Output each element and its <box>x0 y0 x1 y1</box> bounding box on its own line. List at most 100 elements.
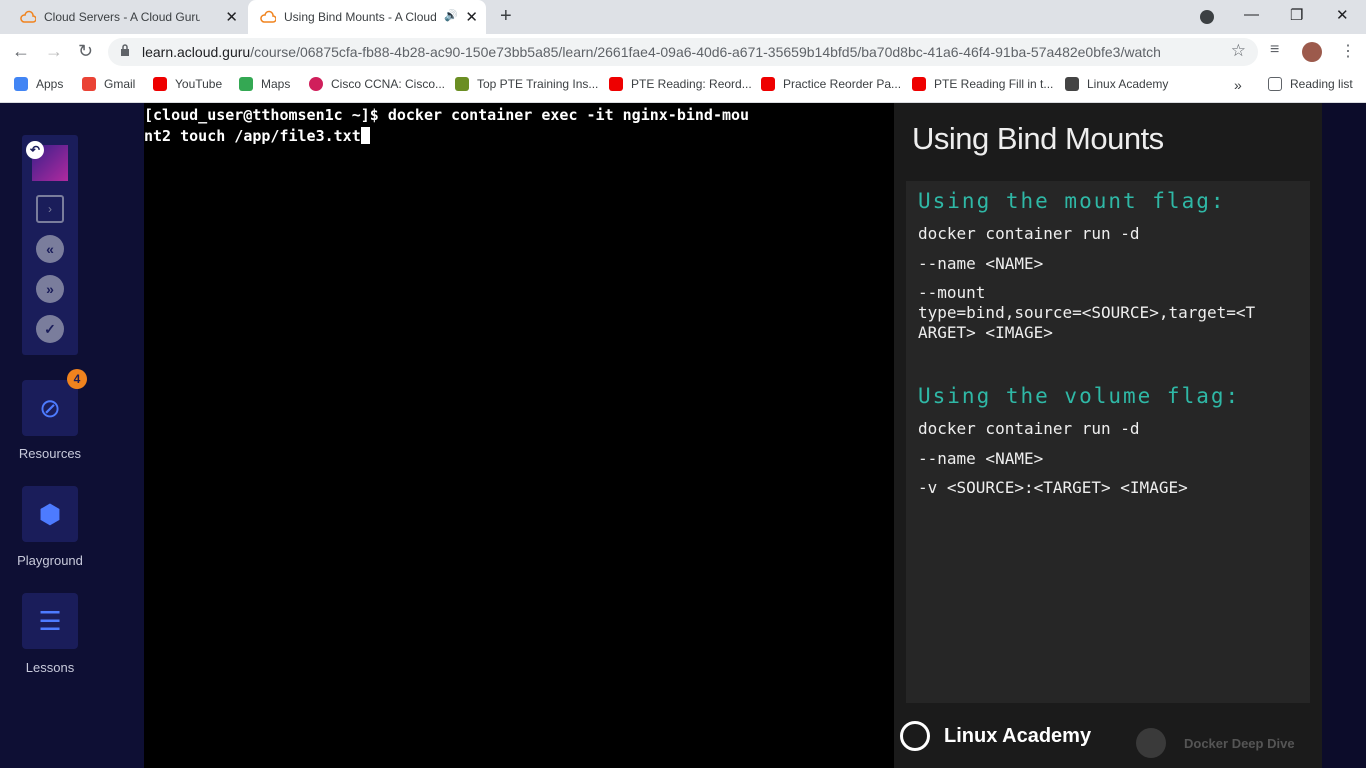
maps-icon <box>239 77 253 91</box>
compass-icon <box>1136 728 1166 758</box>
bookmark-pte-fill[interactable]: PTE Reading Fill in t... <box>912 77 1053 91</box>
resources-button[interactable]: ⊘ <box>22 380 78 436</box>
reading-list-button[interactable]: Reading list <box>1268 77 1353 91</box>
close-window-button[interactable]: ✕ <box>1336 6 1349 24</box>
bookmark-label: Practice Reorder Pa... <box>783 77 902 91</box>
profile-dropdown-icon[interactable] <box>1200 10 1214 24</box>
bookmark-star-icon[interactable]: ☆ <box>1231 41 1246 61</box>
bookmark-label: YouTube <box>175 77 223 91</box>
terminal-cursor <box>360 127 370 144</box>
lock-icon <box>121 44 129 56</box>
back-arrow-icon[interactable]: ↶ <box>26 141 44 159</box>
bookmark-label: Linux Academy <box>1087 77 1169 91</box>
bookmark-label: PTE Reading: Reord... <box>631 77 752 91</box>
lessons-button[interactable]: ☰ <box>22 593 78 649</box>
bookmark-maps[interactable]: Maps <box>239 77 290 91</box>
apps-grid-icon <box>14 77 28 91</box>
terminal-line: [cloud_user@tthomsen1c ~]$ docker contai… <box>144 106 750 124</box>
volume-flag-heading: Using the volume flag: <box>918 384 1241 408</box>
tab-cloud-servers[interactable]: Cloud Servers - A Cloud Guru ✕ <box>8 0 246 34</box>
bookmark-cisco[interactable]: Cisco CCNA: Cisco... <box>309 77 445 91</box>
video-margin <box>1322 103 1366 768</box>
more-bookmarks-icon[interactable]: » <box>1234 77 1242 93</box>
reading-list-label: Reading list <box>1290 77 1353 91</box>
terminal-command: nt2 touch /app/file3.txt <box>144 127 361 145</box>
minimize-button[interactable]: — <box>1244 6 1259 23</box>
slide-title: Using Bind Mounts <box>912 121 1164 156</box>
course-label: Docker Deep Dive <box>1184 735 1295 751</box>
bookmark-practice-reorder[interactable]: Practice Reorder Pa... <box>761 77 901 91</box>
code-line: -v <SOURCE>:<TARGET> <IMAGE> <box>918 478 1188 497</box>
bookmark-youtube[interactable]: YouTube <box>153 77 222 91</box>
playground-label: Playground <box>17 553 83 568</box>
gmail-icon <box>82 77 96 91</box>
bookmarks-bar: Apps Gmail YouTube Maps Cisco CCNA: Cisc… <box>0 70 1366 103</box>
bookmark-pte-training[interactable]: Top PTE Training Ins... <box>455 77 598 91</box>
menu-dots-icon[interactable]: ⋮ <box>1340 41 1356 61</box>
list-icon: ☰ <box>38 606 62 636</box>
playground-button[interactable]: ⬢ <box>22 486 78 542</box>
cloud-icon <box>20 10 36 23</box>
close-tab-icon[interactable]: ✕ <box>225 8 238 26</box>
speaker-icon[interactable]: 🔊 <box>444 9 458 22</box>
code-line: type=bind,source=<SOURCE>,target=<T <box>918 303 1256 322</box>
bookmark-gmail[interactable]: Gmail <box>82 77 135 91</box>
forward-arrow-icon[interactable]: → <box>45 41 63 62</box>
toggle-panel-icon[interactable]: › <box>36 195 64 223</box>
tab-title: Using Bind Mounts - A Cloud Guru <box>284 10 440 24</box>
close-tab-icon[interactable]: ✕ <box>465 8 478 26</box>
linux-academy-logo: Linux Academy <box>900 721 1091 751</box>
bookmark-label: Maps <box>261 77 291 91</box>
url-host: learn.acloud.guru <box>142 44 251 60</box>
code-line: ARGET> <IMAGE> <box>918 323 1053 342</box>
mark-complete-icon[interactable]: ✓ <box>36 315 64 343</box>
code-line: docker container run -d <box>918 419 1140 438</box>
brand-label: Linux Academy <box>944 724 1092 747</box>
omnibox[interactable]: learn.acloud.guru/course/06875cfa-fb88-4… <box>108 38 1258 66</box>
bookmark-label: Apps <box>36 77 64 91</box>
reload-icon[interactable]: ↻ <box>78 41 93 62</box>
course-logo: Docker Deep Dive <box>1136 728 1295 758</box>
mount-flag-heading: Using the mount flag: <box>918 189 1226 213</box>
tab-using-bind-mounts[interactable]: Using Bind Mounts - A Cloud Guru 🔊 ✕ <box>248 0 486 34</box>
youtube-icon <box>761 77 775 91</box>
bookmark-label: Gmail <box>104 77 136 91</box>
code-line: docker container run -d <box>918 224 1140 243</box>
tab-title: Cloud Servers - A Cloud Guru <box>44 10 200 24</box>
resources-badge: 4 <box>67 369 87 389</box>
cisco-icon <box>309 77 323 91</box>
new-tab-button[interactable]: + <box>500 5 512 28</box>
lessons-label: Lessons <box>25 660 75 675</box>
youtube-icon <box>609 77 623 91</box>
rewind-icon[interactable]: « <box>36 235 64 263</box>
youtube-icon <box>153 77 167 91</box>
cloud-icon <box>260 10 276 23</box>
bookmark-pte-reading[interactable]: PTE Reading: Reord... <box>609 77 752 91</box>
bookmark-linux-academy[interactable]: Linux Academy <box>1065 77 1168 91</box>
resources-label: Resources <box>18 446 82 461</box>
avatar[interactable] <box>1302 42 1322 62</box>
slide-content-box: Using the mount flag: docker container r… <box>906 181 1310 703</box>
restore-button[interactable]: ❐ <box>1290 6 1303 24</box>
bookmark-label: Top PTE Training Ins... <box>477 77 599 91</box>
reading-list-icon <box>1268 77 1282 91</box>
code-line: --name <NAME> <box>918 254 1044 273</box>
code-line: --name <NAME> <box>918 449 1044 468</box>
lecture-slide: Using Bind Mounts Using the mount flag: … <box>894 103 1322 768</box>
paperclip-icon: ⊘ <box>39 393 61 423</box>
linux-academy-icon <box>1065 77 1079 91</box>
cubes-icon: ⬢ <box>38 499 62 529</box>
code-line: --mount <box>918 283 986 302</box>
browser-chrome: Cloud Servers - A Cloud Guru ✕ Using Bin… <box>0 0 1366 103</box>
media-control-icon[interactable]: ≡ <box>1270 41 1279 59</box>
youtube-icon <box>912 77 926 91</box>
back-arrow-icon[interactable]: ← <box>12 41 30 62</box>
bookmark-label: PTE Reading Fill in t... <box>934 77 1054 91</box>
owl-icon <box>900 721 930 751</box>
player-controls: ↶ › « » ✓ <box>22 135 78 355</box>
url-path: /course/06875cfa-fb88-4b28-ac90-150e73bb… <box>250 44 1161 60</box>
fast-forward-icon[interactable]: » <box>36 275 64 303</box>
bookmark-apps[interactable]: Apps <box>14 77 63 91</box>
bookmark-label: Cisco CCNA: Cisco... <box>331 77 446 91</box>
terminal-video[interactable]: [cloud_user@tthomsen1c ~]$ docker contai… <box>144 103 894 768</box>
